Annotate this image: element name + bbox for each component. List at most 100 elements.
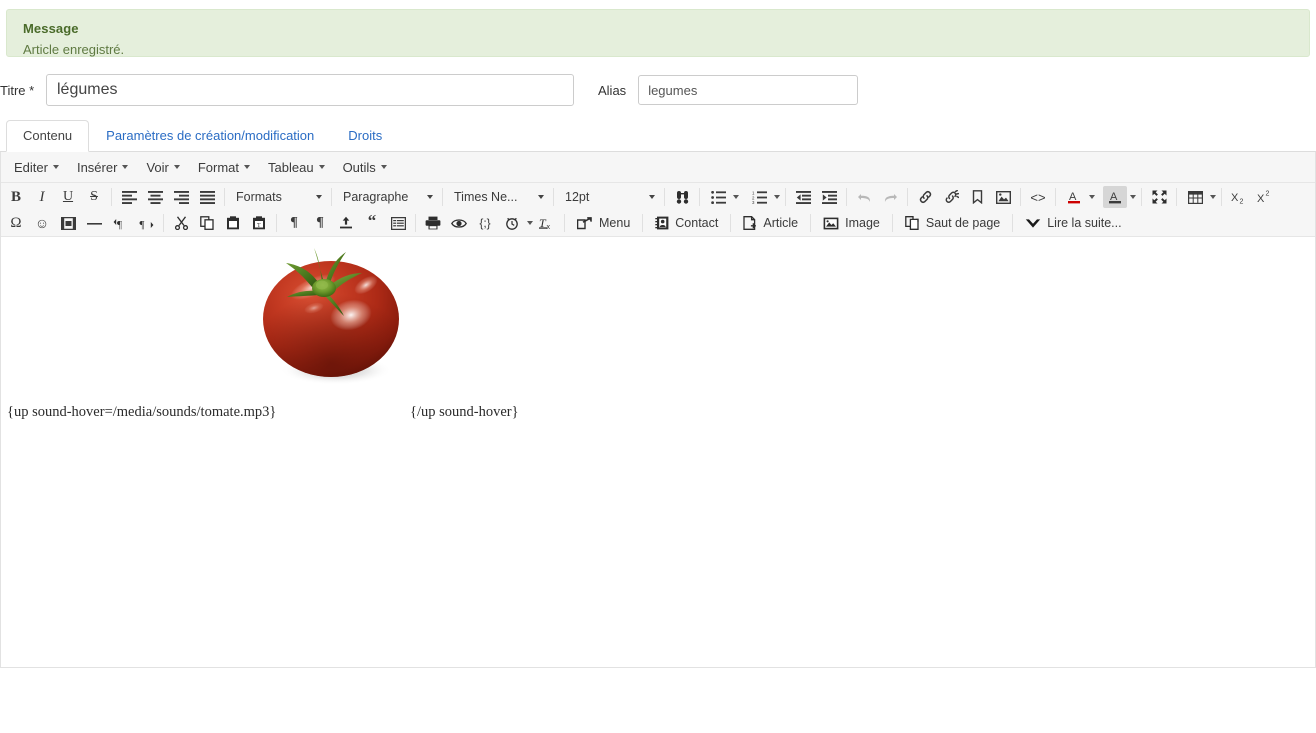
import-icon[interactable] [334,212,358,234]
source-code-icon[interactable]: <> [1026,186,1050,208]
chevron-down-icon[interactable] [774,195,780,199]
menu-voir[interactable]: Voir [137,156,188,179]
tab-droits[interactable]: Droits [331,120,399,152]
svg-text:T: T [257,223,261,229]
search-replace-icon[interactable] [670,186,694,208]
chevron-down-icon[interactable] [1089,195,1095,199]
chevron-down-icon [244,165,251,169]
insert-article-button[interactable]: Article [736,212,805,234]
special-character-icon[interactable]: Ω [4,212,28,234]
menu-format[interactable]: Format [189,156,259,179]
tab-contenu[interactable]: Contenu [6,120,90,152]
chevron-down-icon [173,165,180,169]
menu-outils[interactable]: Outils [334,156,396,179]
chevron-down-icon[interactable] [733,195,739,199]
menu-inserer[interactable]: Insérer [68,156,137,179]
copy-icon[interactable] [195,212,219,234]
ltr-icon[interactable]: ¶ [108,212,132,234]
outdent-icon[interactable] [791,186,815,208]
background-color-icon[interactable]: A [1103,186,1127,208]
chevron-down-icon [318,165,325,169]
superscript-icon[interactable]: X2 [1253,186,1277,208]
alias-input[interactable] [638,75,859,105]
svg-text:¶: ¶ [139,219,144,230]
insert-datetime-split[interactable] [499,212,533,234]
link-icon[interactable] [913,186,937,208]
tomato-illustration [263,248,399,385]
align-left-icon[interactable] [117,186,141,208]
preview-icon[interactable] [447,212,471,234]
template-icon[interactable] [386,212,410,234]
font-family-label: Times Ne... [454,190,518,204]
toolbar-separator [442,188,443,206]
toolbar-separator [1176,188,1177,206]
bold-icon[interactable]: B [4,186,28,208]
align-justify-icon[interactable] [195,186,219,208]
align-center-icon[interactable] [143,186,167,208]
code-sample-icon[interactable]: {;} [473,212,497,234]
bullet-list-split[interactable] [705,186,739,208]
redo-icon[interactable] [878,186,902,208]
paragraph-style-dropdown[interactable]: Paragraphe [337,186,437,208]
toolbar-separator [785,188,786,206]
menu-editer[interactable]: Editer [5,156,68,179]
chevron-down-icon[interactable] [527,221,533,225]
indent-icon[interactable] [817,186,841,208]
insert-image-label: Image [845,216,880,230]
numbered-list-icon[interactable]: 123 [747,186,771,208]
background-color-split[interactable]: A [1102,186,1136,208]
titre-input[interactable] [46,74,574,106]
menu-tableau-label: Tableau [268,159,314,175]
shortcode-close[interactable]: {/up sound-hover} [410,404,519,421]
toolbar-separator [163,214,164,232]
bullet-list-icon[interactable] [706,186,730,208]
undo-icon[interactable] [852,186,876,208]
insert-readmore-button[interactable]: Lire la suite... [1018,212,1128,234]
formats-dropdown[interactable]: Formats [230,186,326,208]
shortcode-open[interactable]: {up sound-hover=/media/sounds/tomate.mp3… [7,404,1316,421]
font-size-dropdown[interactable]: 12pt [559,186,659,208]
print-icon[interactable] [421,212,445,234]
insert-readmore-label: Lire la suite... [1047,216,1122,230]
insert-menu-button[interactable]: Menu [570,212,637,234]
menu-tableau[interactable]: Tableau [259,156,334,179]
emoticon-icon[interactable]: ☺ [30,212,54,234]
readmore-chevron-icon [1026,218,1041,228]
editor-content-area[interactable]: {up sound-hover=/media/sounds/tomate.mp3… [1,237,1315,667]
clock-icon[interactable] [500,212,524,234]
text-color-icon[interactable]: A [1062,186,1086,208]
italic-icon[interactable]: I [30,186,54,208]
paste-icon[interactable] [221,212,245,234]
insert-pagebreak-button[interactable]: Saut de page [898,212,1007,234]
paste-as-text-icon[interactable]: T [247,212,271,234]
chevron-down-icon[interactable] [1210,195,1216,199]
tab-parametres[interactable]: Paramètres de création/modification [89,120,331,152]
unlink-icon[interactable] [939,186,963,208]
chevron-down-icon[interactable] [1130,195,1136,199]
pagebreak-icon [905,216,919,230]
insert-image-button[interactable]: Image [816,212,887,234]
blockquote-icon[interactable]: “ [360,212,384,234]
insert-image-icon[interactable] [991,186,1015,208]
table-split[interactable] [1182,186,1216,208]
toolbar-separator [642,214,644,232]
paragraph-mark-icon[interactable]: ¶ [308,212,332,234]
strikethrough-icon[interactable]: S [82,186,106,208]
align-right-icon[interactable] [169,186,193,208]
table-icon[interactable] [1183,186,1207,208]
fullscreen-icon[interactable] [1147,186,1171,208]
cut-icon[interactable] [169,212,193,234]
insert-contact-button[interactable]: Contact [648,212,725,234]
text-color-split[interactable]: A [1061,186,1095,208]
font-family-dropdown[interactable]: Times Ne... [448,186,548,208]
rtl-icon[interactable]: ¶ [134,212,158,234]
numbered-list-split[interactable]: 123 [746,186,780,208]
media-icon[interactable] [56,212,80,234]
underline-icon[interactable]: U [56,186,80,208]
bookmark-icon[interactable] [965,186,989,208]
tomato-image[interactable] [256,242,406,392]
horizontal-rule-icon[interactable] [82,212,106,234]
clear-formatting-icon[interactable]: Tx [535,212,559,234]
subscript-icon[interactable]: X2 [1227,186,1251,208]
show-blocks-icon[interactable]: ¶ [282,212,306,234]
